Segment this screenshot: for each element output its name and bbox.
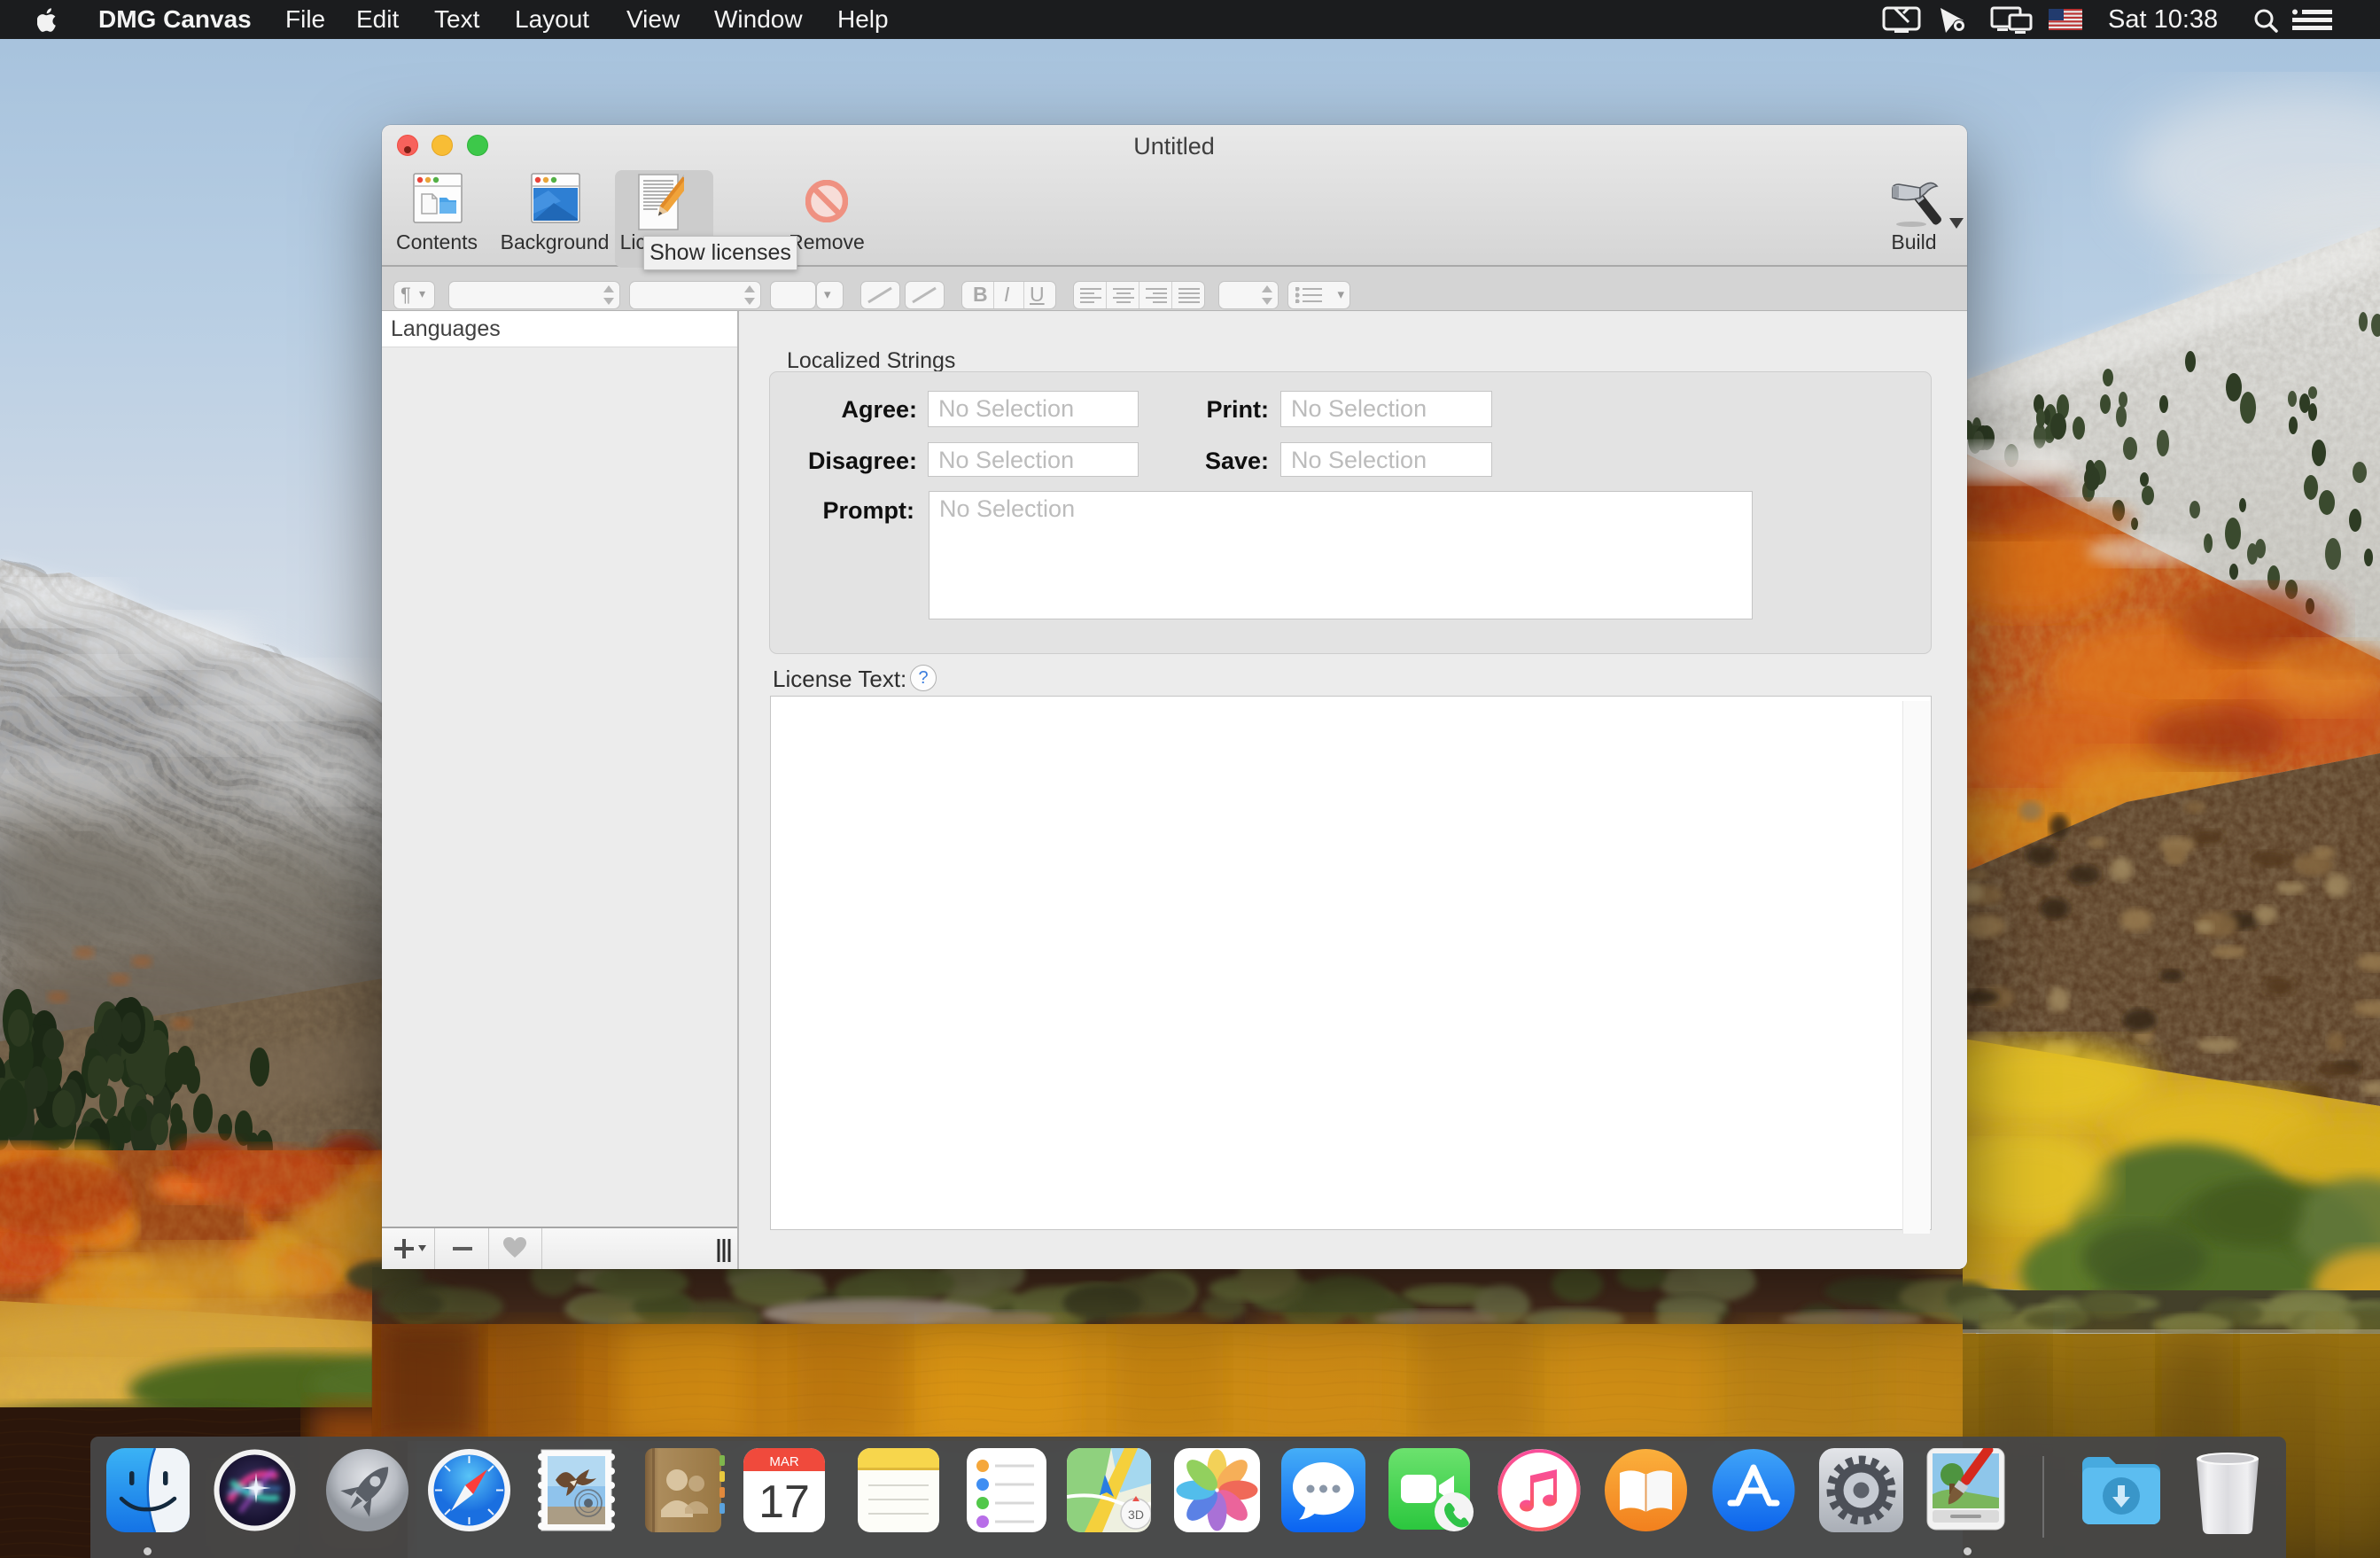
svg-text:3D: 3D: [1128, 1507, 1144, 1522]
svg-text:17: 17: [758, 1476, 810, 1528]
svg-text:MAR: MAR: [769, 1454, 799, 1469]
